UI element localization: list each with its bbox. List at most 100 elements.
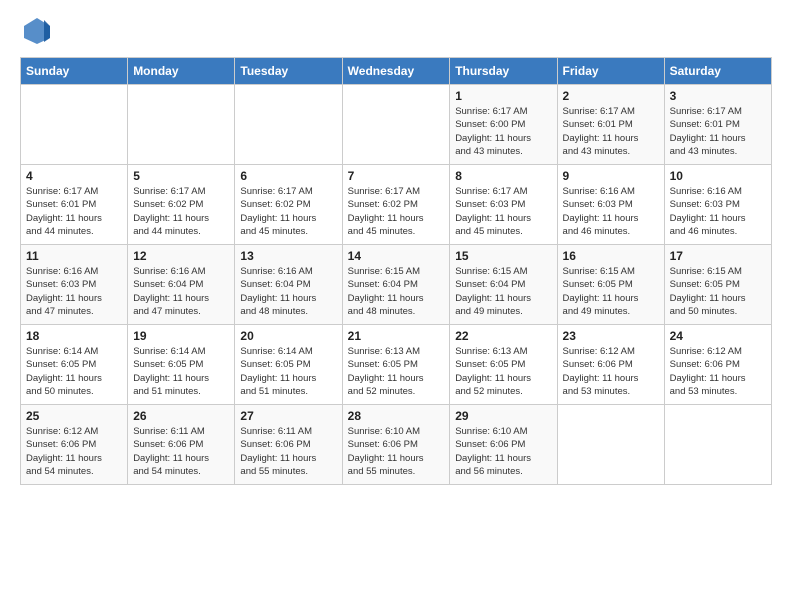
day-info: Sunrise: 6:11 AM Sunset: 6:06 PM Dayligh… — [240, 425, 336, 478]
calendar-cell: 25 Sunrise: 6:12 AM Sunset: 6:06 PM Dayli… — [21, 405, 128, 485]
calendar-body: 1 Sunrise: 6:17 AM Sunset: 6:00 PM Daylig… — [21, 85, 772, 485]
calendar-cell: 24 Sunrise: 6:12 AM Sunset: 6:06 PM Dayli… — [664, 325, 771, 405]
day-info: Sunrise: 6:11 AM Sunset: 6:06 PM Dayligh… — [133, 425, 229, 478]
day-info: Sunrise: 6:17 AM Sunset: 6:02 PM Dayligh… — [133, 185, 229, 238]
day-number: 7 — [348, 169, 445, 183]
calendar-cell: 11 Sunrise: 6:16 AM Sunset: 6:03 PM Dayli… — [21, 245, 128, 325]
calendar-week-row: 1 Sunrise: 6:17 AM Sunset: 6:00 PM Daylig… — [21, 85, 772, 165]
calendar-cell: 21Sunrise: 6:13 AM Sunset: 6:05 PM Dayli… — [342, 325, 450, 405]
column-header-sunday: Sunday — [21, 58, 128, 85]
day-info: Sunrise: 6:17 AM Sunset: 6:01 PM Dayligh… — [26, 185, 122, 238]
day-info: Sunrise: 6:16 AM Sunset: 6:03 PM Dayligh… — [670, 185, 766, 238]
day-number: 5 — [133, 169, 229, 183]
calendar-cell: 18 Sunrise: 6:14 AM Sunset: 6:05 PM Dayli… — [21, 325, 128, 405]
day-number: 9 — [563, 169, 659, 183]
calendar-week-row: 11 Sunrise: 6:16 AM Sunset: 6:03 PM Dayli… — [21, 245, 772, 325]
calendar-week-row: 18 Sunrise: 6:14 AM Sunset: 6:05 PM Dayli… — [21, 325, 772, 405]
calendar-cell: 23 Sunrise: 6:12 AM Sunset: 6:06 PM Dayli… — [557, 325, 664, 405]
day-number: 27 — [240, 409, 336, 423]
day-number: 2 — [563, 89, 659, 103]
day-info: Sunrise: 6:17 AM Sunset: 6:03 PM Dayligh… — [455, 185, 551, 238]
day-info: Sunrise: 6:14 AM Sunset: 6:05 PM Dayligh… — [26, 345, 122, 398]
day-number: 25 — [26, 409, 122, 423]
calendar-cell: 9 Sunrise: 6:16 AM Sunset: 6:03 PM Daylig… — [557, 165, 664, 245]
day-info: Sunrise: 6:15 AM Sunset: 6:04 PM Dayligh… — [455, 265, 551, 318]
calendar-table: SundayMondayTuesdayWednesdayThursdayFrid… — [20, 57, 772, 485]
calendar-cell — [664, 405, 771, 485]
day-info: Sunrise: 6:14 AM Sunset: 6:05 PM Dayligh… — [240, 345, 336, 398]
day-number: 8 — [455, 169, 551, 183]
column-header-friday: Friday — [557, 58, 664, 85]
calendar-cell: 29 Sunrise: 6:10 AM Sunset: 6:06 PM Dayli… — [450, 405, 557, 485]
column-header-tuesday: Tuesday — [235, 58, 342, 85]
day-info: Sunrise: 6:16 AM Sunset: 6:03 PM Dayligh… — [563, 185, 659, 238]
column-header-saturday: Saturday — [664, 58, 771, 85]
column-header-monday: Monday — [128, 58, 235, 85]
calendar-cell: 3Sunrise: 6:17 AM Sunset: 6:01 PM Daylig… — [664, 85, 771, 165]
calendar-cell: 20 Sunrise: 6:14 AM Sunset: 6:05 PM Dayli… — [235, 325, 342, 405]
day-info: Sunrise: 6:16 AM Sunset: 6:04 PM Dayligh… — [240, 265, 336, 318]
day-number: 26 — [133, 409, 229, 423]
day-number: 29 — [455, 409, 551, 423]
day-number: 28 — [348, 409, 445, 423]
calendar-cell: 15 Sunrise: 6:15 AM Sunset: 6:04 PM Dayli… — [450, 245, 557, 325]
day-info: Sunrise: 6:17 AM Sunset: 6:02 PM Dayligh… — [240, 185, 336, 238]
column-header-thursday: Thursday — [450, 58, 557, 85]
calendar-cell: 27 Sunrise: 6:11 AM Sunset: 6:06 PM Dayli… — [235, 405, 342, 485]
calendar-cell: 6 Sunrise: 6:17 AM Sunset: 6:02 PM Daylig… — [235, 165, 342, 245]
calendar-cell — [128, 85, 235, 165]
calendar-cell: 2Sunrise: 6:17 AM Sunset: 6:01 PM Daylig… — [557, 85, 664, 165]
day-info: Sunrise: 6:12 AM Sunset: 6:06 PM Dayligh… — [563, 345, 659, 398]
day-info: Sunrise: 6:10 AM Sunset: 6:06 PM Dayligh… — [348, 425, 445, 478]
day-info: Sunrise: 6:15 AM Sunset: 6:05 PM Dayligh… — [670, 265, 766, 318]
day-number: 14 — [348, 249, 445, 263]
calendar-cell: 13 Sunrise: 6:16 AM Sunset: 6:04 PM Dayli… — [235, 245, 342, 325]
day-info: Sunrise: 6:10 AM Sunset: 6:06 PM Dayligh… — [455, 425, 551, 478]
logo — [20, 16, 52, 47]
calendar-cell: 26 Sunrise: 6:11 AM Sunset: 6:06 PM Dayli… — [128, 405, 235, 485]
calendar-cell — [342, 85, 450, 165]
day-number: 22 — [455, 329, 551, 343]
calendar-cell — [557, 405, 664, 485]
day-info: Sunrise: 6:13 AM Sunset: 6:05 PM Dayligh… — [455, 345, 551, 398]
day-number: 4 — [26, 169, 122, 183]
day-info: Sunrise: 6:14 AM Sunset: 6:05 PM Dayligh… — [133, 345, 229, 398]
day-number: 6 — [240, 169, 336, 183]
day-number: 19 — [133, 329, 229, 343]
calendar-cell: 17 Sunrise: 6:15 AM Sunset: 6:05 PM Dayli… — [664, 245, 771, 325]
logo-icon — [22, 16, 52, 46]
day-number: 21 — [348, 329, 445, 343]
calendar-cell: 8 Sunrise: 6:17 AM Sunset: 6:03 PM Daylig… — [450, 165, 557, 245]
page-header — [20, 16, 772, 47]
day-number: 20 — [240, 329, 336, 343]
day-number: 23 — [563, 329, 659, 343]
calendar-cell: 4 Sunrise: 6:17 AM Sunset: 6:01 PM Daylig… — [21, 165, 128, 245]
day-number: 10 — [670, 169, 766, 183]
day-info: Sunrise: 6:17 AM Sunset: 6:00 PM Dayligh… — [455, 105, 551, 158]
calendar-cell: 19 Sunrise: 6:14 AM Sunset: 6:05 PM Dayli… — [128, 325, 235, 405]
calendar-week-row: 4 Sunrise: 6:17 AM Sunset: 6:01 PM Daylig… — [21, 165, 772, 245]
day-info: Sunrise: 6:16 AM Sunset: 6:03 PM Dayligh… — [26, 265, 122, 318]
day-number: 15 — [455, 249, 551, 263]
day-info: Sunrise: 6:15 AM Sunset: 6:05 PM Dayligh… — [563, 265, 659, 318]
day-number: 11 — [26, 249, 122, 263]
calendar-cell — [21, 85, 128, 165]
day-number: 1 — [455, 89, 551, 103]
calendar-cell: 7Sunrise: 6:17 AM Sunset: 6:02 PM Daylig… — [342, 165, 450, 245]
calendar-cell: 5 Sunrise: 6:17 AM Sunset: 6:02 PM Daylig… — [128, 165, 235, 245]
day-info: Sunrise: 6:16 AM Sunset: 6:04 PM Dayligh… — [133, 265, 229, 318]
day-number: 24 — [670, 329, 766, 343]
day-number: 13 — [240, 249, 336, 263]
calendar-cell: 12 Sunrise: 6:16 AM Sunset: 6:04 PM Dayli… — [128, 245, 235, 325]
calendar-cell: 22 Sunrise: 6:13 AM Sunset: 6:05 PM Dayli… — [450, 325, 557, 405]
day-number: 12 — [133, 249, 229, 263]
calendar-cell: 14Sunrise: 6:15 AM Sunset: 6:04 PM Dayli… — [342, 245, 450, 325]
day-number: 18 — [26, 329, 122, 343]
day-info: Sunrise: 6:12 AM Sunset: 6:06 PM Dayligh… — [26, 425, 122, 478]
calendar-header-row: SundayMondayTuesdayWednesdayThursdayFrid… — [21, 58, 772, 85]
calendar-cell: 10 Sunrise: 6:16 AM Sunset: 6:03 PM Dayli… — [664, 165, 771, 245]
day-info: Sunrise: 6:17 AM Sunset: 6:01 PM Dayligh… — [670, 105, 766, 158]
day-number: 17 — [670, 249, 766, 263]
day-info: Sunrise: 6:12 AM Sunset: 6:06 PM Dayligh… — [670, 345, 766, 398]
calendar-week-row: 25 Sunrise: 6:12 AM Sunset: 6:06 PM Dayli… — [21, 405, 772, 485]
